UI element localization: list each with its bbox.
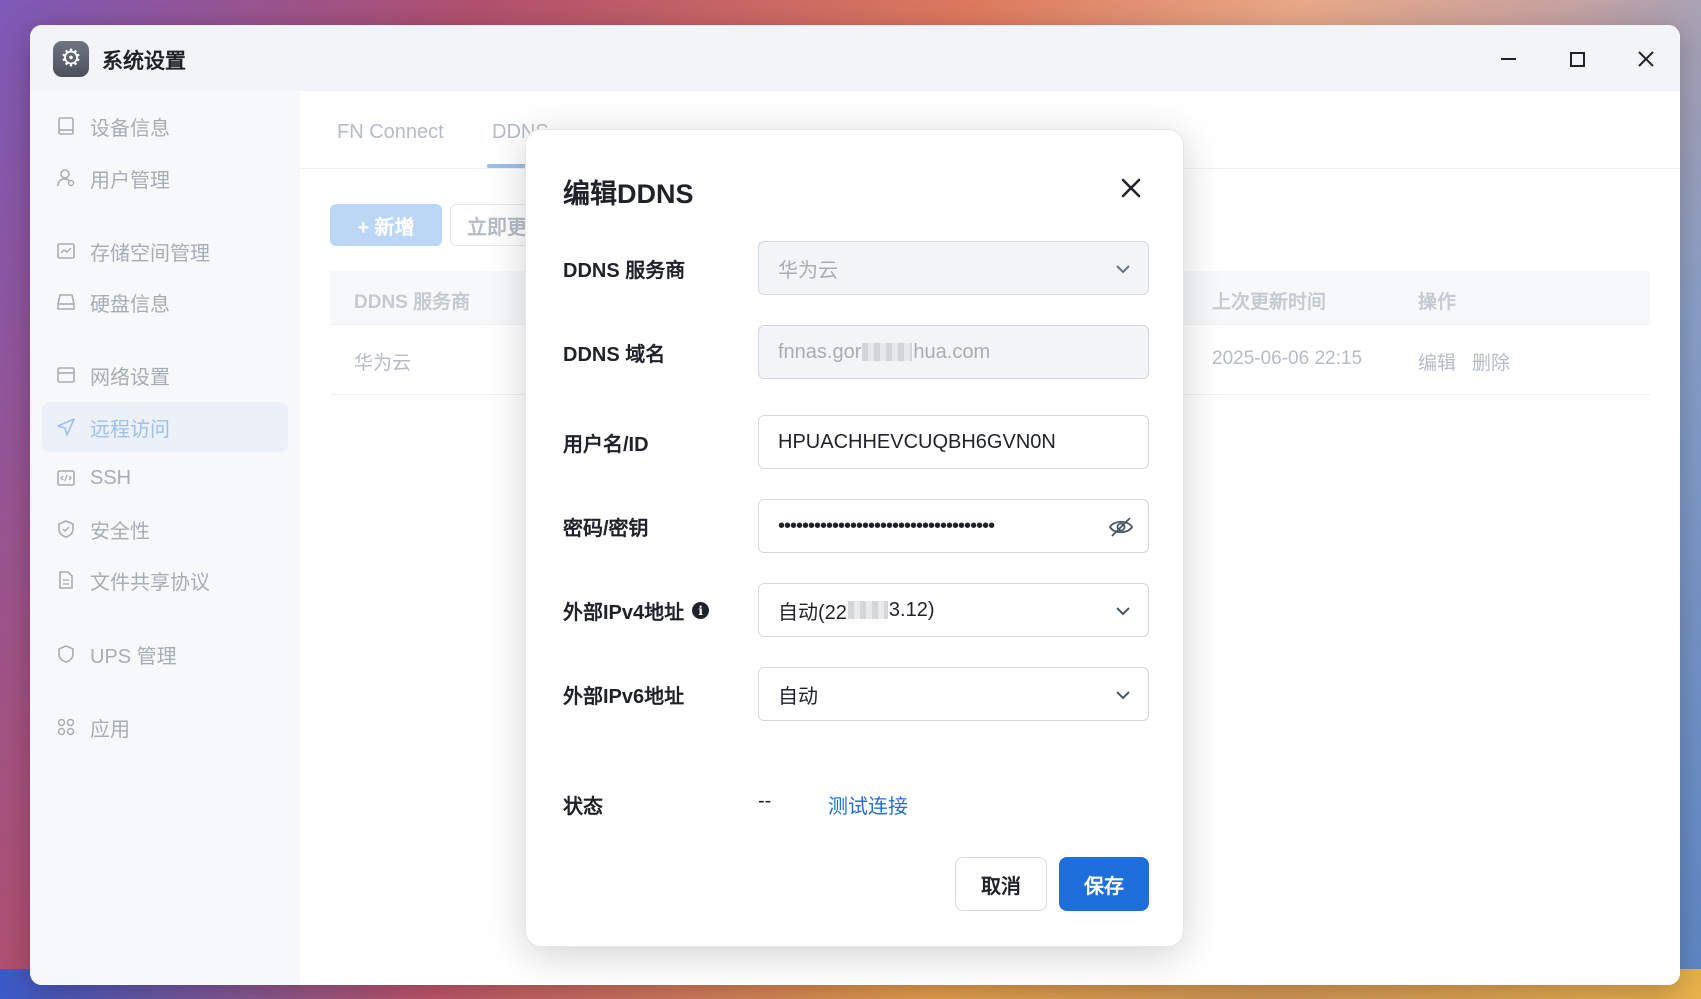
sidebar-item-security[interactable]: 安全性 (42, 504, 288, 554)
ipv6-label: 外部IPv6地址 (563, 686, 685, 708)
ipv6-value: 自动 (778, 685, 818, 708)
status-label: 状态 (563, 796, 603, 818)
sidebar-item-label: 网络设置 (90, 366, 170, 389)
edit-link[interactable]: 编辑 (1418, 348, 1456, 375)
cancel-button[interactable]: 取消 (955, 857, 1047, 911)
domain-label: DDNS 域名 (563, 344, 666, 366)
sidebar: 设备信息 用户管理 存储空间管理 硬盘信息 网络设置 远程访问 SSH 安全性 (30, 91, 300, 985)
document-icon (56, 570, 76, 590)
sidebar-item-label: 安全性 (90, 520, 150, 543)
sidebar-item-label: 硬盘信息 (90, 293, 170, 316)
send-icon (56, 417, 76, 437)
maximize-button[interactable] (1557, 39, 1597, 79)
disk-icon (56, 292, 76, 312)
window-title: 系统设置 (102, 50, 186, 73)
user-icon (56, 168, 76, 188)
username-label: 用户名/ID (563, 434, 649, 456)
test-connection-link[interactable]: 测试连接 (828, 790, 908, 819)
close-icon (1121, 178, 1141, 198)
shield-icon (56, 644, 76, 664)
sidebar-item-disk-info[interactable]: 硬盘信息 (42, 277, 288, 327)
sidebar-item-ssh[interactable]: SSH (42, 453, 288, 503)
close-icon (1638, 51, 1654, 67)
monitor-icon (56, 116, 76, 136)
ipv4-label-text: 外部IPv4地址 (563, 602, 685, 624)
sidebar-item-label: 设备信息 (90, 117, 170, 140)
dialog-title: 编辑DDNS (563, 179, 694, 209)
sidebar-item-label: 用户管理 (90, 169, 170, 192)
delete-link[interactable]: 删除 (1472, 348, 1510, 375)
sidebar-item-label: 远程访问 (90, 418, 170, 441)
dialog-close-button[interactable] (1113, 170, 1149, 206)
apps-icon (56, 717, 76, 737)
domain-field[interactable]: fnnas.gor hua.com (758, 325, 1149, 379)
password-label: 密码/密钥 (563, 518, 649, 540)
maximize-icon (1569, 51, 1585, 67)
column-header-last-update: 上次更新时间 (1212, 292, 1327, 313)
provider-select[interactable]: 华为云 (758, 241, 1149, 295)
sidebar-item-label: 存储空间管理 (90, 242, 210, 265)
password-field[interactable]: •••••••••••••••••••••••••••••••••••• (758, 499, 1149, 553)
sidebar-item-ups[interactable]: UPS 管理 (42, 629, 288, 679)
redacted-blur (862, 343, 913, 361)
chevron-down-icon (1116, 265, 1130, 274)
code-icon (56, 468, 76, 488)
minimize-icon (1500, 58, 1516, 60)
edit-ddns-dialog: 编辑DDNS DDNS 服务商 华为云 DDNS 域名 fnnas.gor hu… (525, 129, 1184, 947)
sidebar-item-user-management[interactable]: 用户管理 (42, 153, 288, 203)
redacted-blur (847, 601, 888, 619)
status-value: -- (758, 790, 772, 812)
domain-prefix: fnnas.gor (778, 340, 862, 363)
ipv4-select[interactable]: 自动(22 3.12) (758, 583, 1149, 637)
sidebar-item-apps[interactable]: 应用 (42, 702, 288, 752)
sidebar-item-label: UPS 管理 (90, 645, 177, 668)
sidebar-item-label: SSH (90, 466, 132, 489)
chevron-down-icon (1116, 691, 1130, 700)
column-header-operation: 操作 (1418, 292, 1457, 313)
ipv4-label: 外部IPv4地址 i (563, 596, 710, 625)
ipv4-suffix: 3.12) (888, 598, 935, 621)
username-field[interactable]: HPUACHHEVCUQBH6GVN0N (758, 415, 1149, 469)
sidebar-item-remote-access[interactable]: 远程访问 (42, 402, 288, 452)
add-ddns-button[interactable]: + 新增 (330, 204, 442, 246)
provider-label: DDNS 服务商 (563, 260, 686, 282)
window-close-button[interactable] (1626, 39, 1666, 79)
cell-last-update: 2025-06-06 22:15 (1212, 348, 1363, 369)
username-value: HPUACHHEVCUQBH6GVN0N (778, 430, 1056, 453)
sidebar-item-storage[interactable]: 存储空间管理 (42, 226, 288, 276)
network-icon (56, 365, 76, 385)
chevron-down-icon (1116, 607, 1130, 616)
storage-icon (56, 241, 76, 261)
tab-fn-connect[interactable]: FN Connect (337, 121, 444, 144)
sidebar-item-device-info[interactable]: 设备信息 (42, 101, 288, 151)
sidebar-item-file-sharing[interactable]: 文件共享协议 (42, 555, 288, 605)
ipv6-select[interactable]: 自动 (758, 667, 1149, 721)
ipv4-prefix: 自动(22 (778, 601, 847, 624)
eye-off-icon[interactable] (1108, 514, 1134, 540)
gear-icon: ⚙ (53, 41, 89, 77)
cell-provider: 华为云 (354, 353, 412, 374)
sidebar-item-network[interactable]: 网络设置 (42, 350, 288, 400)
save-button[interactable]: 保存 (1059, 857, 1149, 911)
titlebar: ⚙ 系统设置 (30, 25, 1680, 91)
sidebar-item-label: 应用 (90, 718, 130, 741)
domain-suffix: hua.com (913, 340, 991, 363)
sidebar-item-label: 文件共享协议 (90, 571, 210, 594)
column-header-provider: DDNS 服务商 (354, 292, 471, 313)
shield-check-icon (56, 519, 76, 539)
info-icon[interactable]: i (692, 602, 710, 619)
password-value: •••••••••••••••••••••••••••••••••••• (778, 514, 995, 537)
provider-value: 华为云 (778, 259, 838, 282)
minimize-button[interactable] (1488, 39, 1528, 79)
